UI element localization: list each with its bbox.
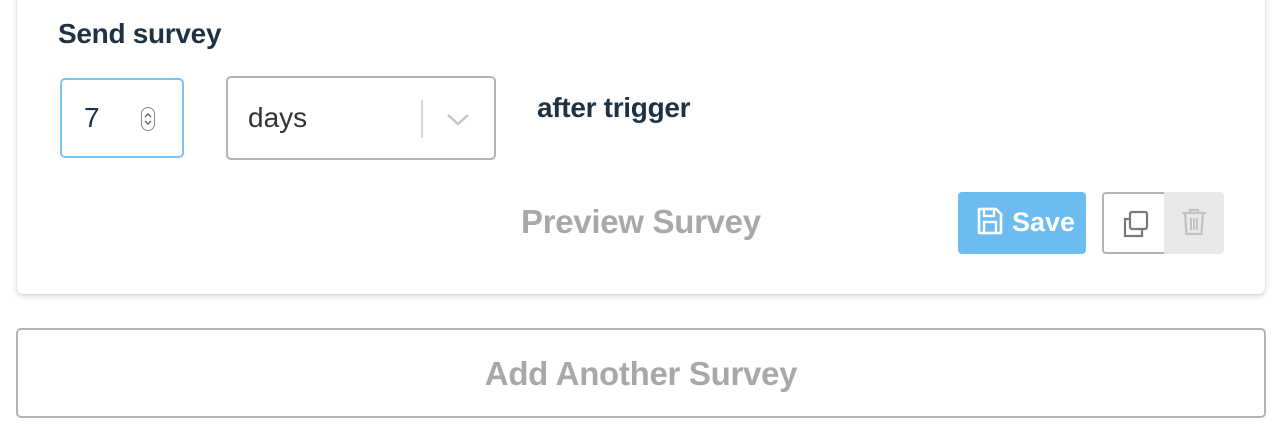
copy-icon (1123, 210, 1149, 238)
add-another-survey-label: Add Another Survey (484, 355, 798, 392)
after-trigger-label: after trigger (537, 92, 691, 123)
delay-unit-value: days (248, 102, 308, 133)
delete-button[interactable] (1164, 192, 1224, 254)
floppy-disk-icon (976, 206, 1004, 241)
select-separator (421, 100, 423, 138)
delay-value: 7 (84, 102, 100, 133)
delay-number-input[interactable]: 7 (60, 78, 184, 158)
duplicate-button[interactable] (1102, 192, 1166, 254)
delay-unit-select[interactable]: days (226, 76, 496, 160)
send-survey-heading: Send survey (58, 18, 222, 49)
save-button[interactable]: Save (958, 192, 1086, 254)
number-spinner-icon[interactable] (141, 107, 155, 131)
chevron-down-icon[interactable] (445, 110, 471, 133)
preview-survey-link[interactable]: Preview Survey (521, 203, 761, 241)
save-label: Save (1012, 207, 1076, 237)
add-another-survey-button[interactable]: Add Another Survey (16, 328, 1266, 418)
trash-icon (1182, 208, 1206, 236)
